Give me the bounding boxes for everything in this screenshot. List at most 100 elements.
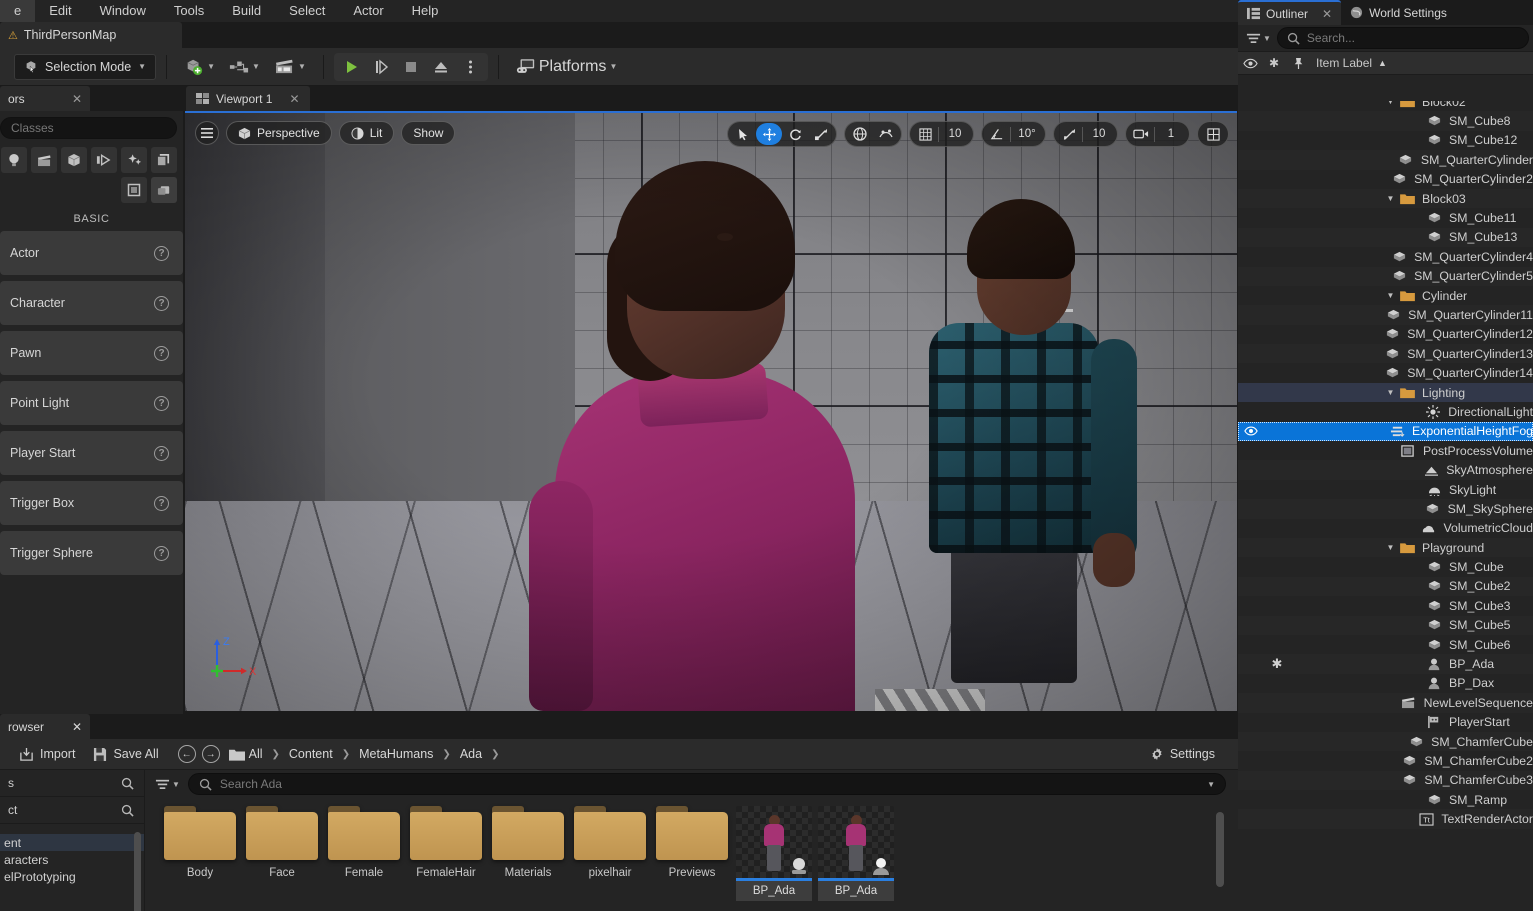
place-actors-tab[interactable]: ors ✕ bbox=[0, 86, 90, 111]
viewport-perspective-button[interactable]: Perspective bbox=[226, 121, 332, 145]
place-actors-search-input[interactable]: Classes bbox=[0, 117, 177, 139]
tree-item-levelprototyping[interactable]: elPrototyping bbox=[0, 868, 144, 885]
outliner-row[interactable]: SkyAtmosphere bbox=[1238, 460, 1533, 480]
outliner-row[interactable]: BP_Dax bbox=[1238, 674, 1533, 693]
outliner-row[interactable]: SM_SkySphere bbox=[1238, 499, 1533, 519]
breadcrumb-item-metahumans[interactable]: MetaHumans bbox=[359, 747, 433, 761]
content-browser-tab[interactable]: rowser ✕ bbox=[0, 714, 90, 739]
angle-snap-toggle[interactable] bbox=[984, 123, 1010, 145]
outliner-row[interactable]: SM_QuarterCylinder13 bbox=[1238, 344, 1533, 364]
rotate-mode-button[interactable] bbox=[782, 123, 808, 145]
play-button[interactable] bbox=[336, 54, 366, 80]
pin-column-header[interactable] bbox=[1286, 57, 1310, 70]
outliner-row[interactable]: DirectionalLight bbox=[1238, 402, 1533, 421]
outliner-row[interactable]: Tt TextRenderActor bbox=[1238, 809, 1533, 829]
outliner-row[interactable]: SM_Ramp bbox=[1238, 790, 1533, 809]
folder-tile-female[interactable]: Female bbox=[323, 806, 405, 901]
place-actor-item-character[interactable]: Character ? bbox=[0, 281, 183, 325]
close-icon[interactable]: ✕ bbox=[289, 92, 299, 106]
geometry-category-button[interactable] bbox=[151, 147, 177, 173]
outliner-row[interactable]: ▼ Playground bbox=[1238, 537, 1533, 558]
import-button[interactable]: Import bbox=[10, 742, 84, 766]
folder-tile-body[interactable]: Body bbox=[159, 806, 241, 901]
visual-effects-category-button[interactable] bbox=[91, 147, 117, 173]
outliner-row[interactable]: ✱ BP_Ada bbox=[1238, 654, 1533, 674]
outliner-row[interactable]: SM_Cube13 bbox=[1238, 227, 1533, 248]
help-icon[interactable]: ? bbox=[154, 495, 169, 511]
viewport-menu-button[interactable] bbox=[195, 121, 219, 145]
place-actor-item-trigger-sphere[interactable]: Trigger Sphere ? bbox=[0, 531, 183, 575]
outliner-row[interactable]: VolumetricCloud bbox=[1238, 519, 1533, 538]
folder-tile-face[interactable]: Face bbox=[241, 806, 323, 901]
outliner-row[interactable]: SM_QuarterCylinder4 bbox=[1238, 247, 1533, 266]
favorites-search-row[interactable]: s bbox=[0, 770, 144, 797]
folder-tile-previews[interactable]: Previews bbox=[651, 806, 733, 901]
expand-triangle-icon[interactable]: ▼ bbox=[1384, 543, 1397, 552]
outliner-row[interactable]: SM_Cube11 bbox=[1238, 208, 1533, 227]
place-actor-item-trigger-box[interactable]: Trigger Box ? bbox=[0, 481, 183, 525]
add-actor-button[interactable]: ▼ bbox=[177, 54, 222, 80]
viewport-3d-canvas[interactable]: Perspective Lit Show 10 10° 10 1 Z X bbox=[185, 111, 1237, 711]
save-all-button[interactable]: Save All bbox=[84, 742, 167, 766]
selection-mode-button[interactable]: Selection Mode ▼ bbox=[14, 53, 157, 80]
viewport-show-button[interactable]: Show bbox=[401, 121, 456, 145]
help-icon[interactable]: ? bbox=[154, 245, 169, 261]
help-icon[interactable]: ? bbox=[154, 345, 169, 361]
lights-category-button[interactable] bbox=[1, 147, 27, 173]
cinematics-button[interactable]: ▼ bbox=[267, 54, 313, 80]
close-icon[interactable]: ✕ bbox=[72, 92, 82, 106]
asset-tile-bp-ada-2[interactable]: BP_Ada bbox=[815, 806, 897, 901]
outliner-row[interactable]: SM_QuarterCylinder5 bbox=[1238, 266, 1533, 286]
volumes-category-button[interactable] bbox=[121, 147, 147, 173]
more-options-button[interactable] bbox=[456, 54, 486, 80]
outliner-row[interactable]: SM_QuarterCylinder2 bbox=[1238, 170, 1533, 189]
favorite-column-header[interactable]: ✱ bbox=[1262, 56, 1286, 70]
outliner-tab[interactable]: Outliner ✕ bbox=[1238, 0, 1342, 25]
skip-button[interactable] bbox=[366, 54, 396, 80]
place-actor-item-actor[interactable]: Actor ? bbox=[0, 231, 183, 275]
viewport-tab[interactable]: Viewport 1 ✕ bbox=[186, 86, 310, 111]
outliner-row[interactable]: SM_Cube bbox=[1238, 557, 1533, 576]
menu-item-select[interactable]: Select bbox=[275, 0, 339, 22]
platforms-button[interactable]: Platforms ▼ bbox=[509, 54, 625, 80]
blueprints-button[interactable]: ▼ bbox=[222, 54, 267, 80]
forward-button[interactable]: → bbox=[201, 745, 220, 763]
viewport-lit-button[interactable]: Lit bbox=[338, 121, 395, 145]
outliner-row[interactable]: PostProcessVolume bbox=[1238, 441, 1533, 460]
folder-tile-materials[interactable]: Materials bbox=[487, 806, 569, 901]
viewport-layout-button[interactable] bbox=[1200, 123, 1226, 145]
outliner-row[interactable]: SM_QuarterCylinder12 bbox=[1238, 325, 1533, 344]
move-mode-button[interactable] bbox=[756, 123, 782, 145]
select-mode-button[interactable] bbox=[730, 123, 756, 145]
menu-item-build[interactable]: Build bbox=[218, 0, 275, 22]
grid-snap-toggle[interactable] bbox=[912, 123, 938, 145]
outliner-row[interactable]: SM_QuarterCylinder bbox=[1238, 150, 1533, 170]
expand-triangle-icon[interactable]: ▼ bbox=[1384, 291, 1397, 300]
outliner-row[interactable]: SM_Cube6 bbox=[1238, 635, 1533, 654]
breadcrumb-item-ada[interactable]: Ada bbox=[460, 747, 482, 761]
back-button[interactable]: ← bbox=[177, 745, 196, 763]
folder-tile-pixelhair[interactable]: pixelhair bbox=[569, 806, 651, 901]
outliner-row[interactable]: SM_Cube12 bbox=[1238, 131, 1533, 150]
asset-filter-button[interactable]: ▼ bbox=[155, 778, 180, 791]
settings-button[interactable]: Settings bbox=[1141, 742, 1224, 766]
help-icon[interactable]: ? bbox=[154, 395, 169, 411]
surface-snapping-button[interactable] bbox=[873, 123, 899, 145]
outliner-search-input[interactable]: Search... bbox=[1276, 27, 1529, 49]
coordinate-system-button[interactable] bbox=[847, 123, 873, 145]
scale-snap-value[interactable]: 10 bbox=[1083, 123, 1115, 145]
place-actor-item-point-light[interactable]: Point Light ? bbox=[0, 381, 183, 425]
outliner-row[interactable]: ▼ Lighting bbox=[1238, 382, 1533, 403]
chevron-down-icon[interactable]: ▼ bbox=[1207, 780, 1215, 789]
scale-snap-toggle[interactable] bbox=[1056, 123, 1082, 145]
outliner-row[interactable]: NewLevelSequence bbox=[1238, 693, 1533, 713]
item-label-column-header[interactable]: Item Label bbox=[1316, 56, 1372, 70]
close-icon[interactable]: ✕ bbox=[72, 720, 82, 734]
expand-triangle-icon[interactable]: ▼ bbox=[1384, 388, 1397, 397]
expand-triangle-icon[interactable]: ▼ bbox=[1384, 194, 1397, 203]
camera-speed-toggle[interactable] bbox=[1128, 123, 1154, 145]
outliner-row[interactable]: SkyLight bbox=[1238, 480, 1533, 499]
place-actor-item-pawn[interactable]: Pawn ? bbox=[0, 331, 183, 375]
outliner-row[interactable]: SM_Cube3 bbox=[1238, 596, 1533, 615]
outliner-row[interactable]: SM_ChamferCube bbox=[1238, 731, 1533, 752]
